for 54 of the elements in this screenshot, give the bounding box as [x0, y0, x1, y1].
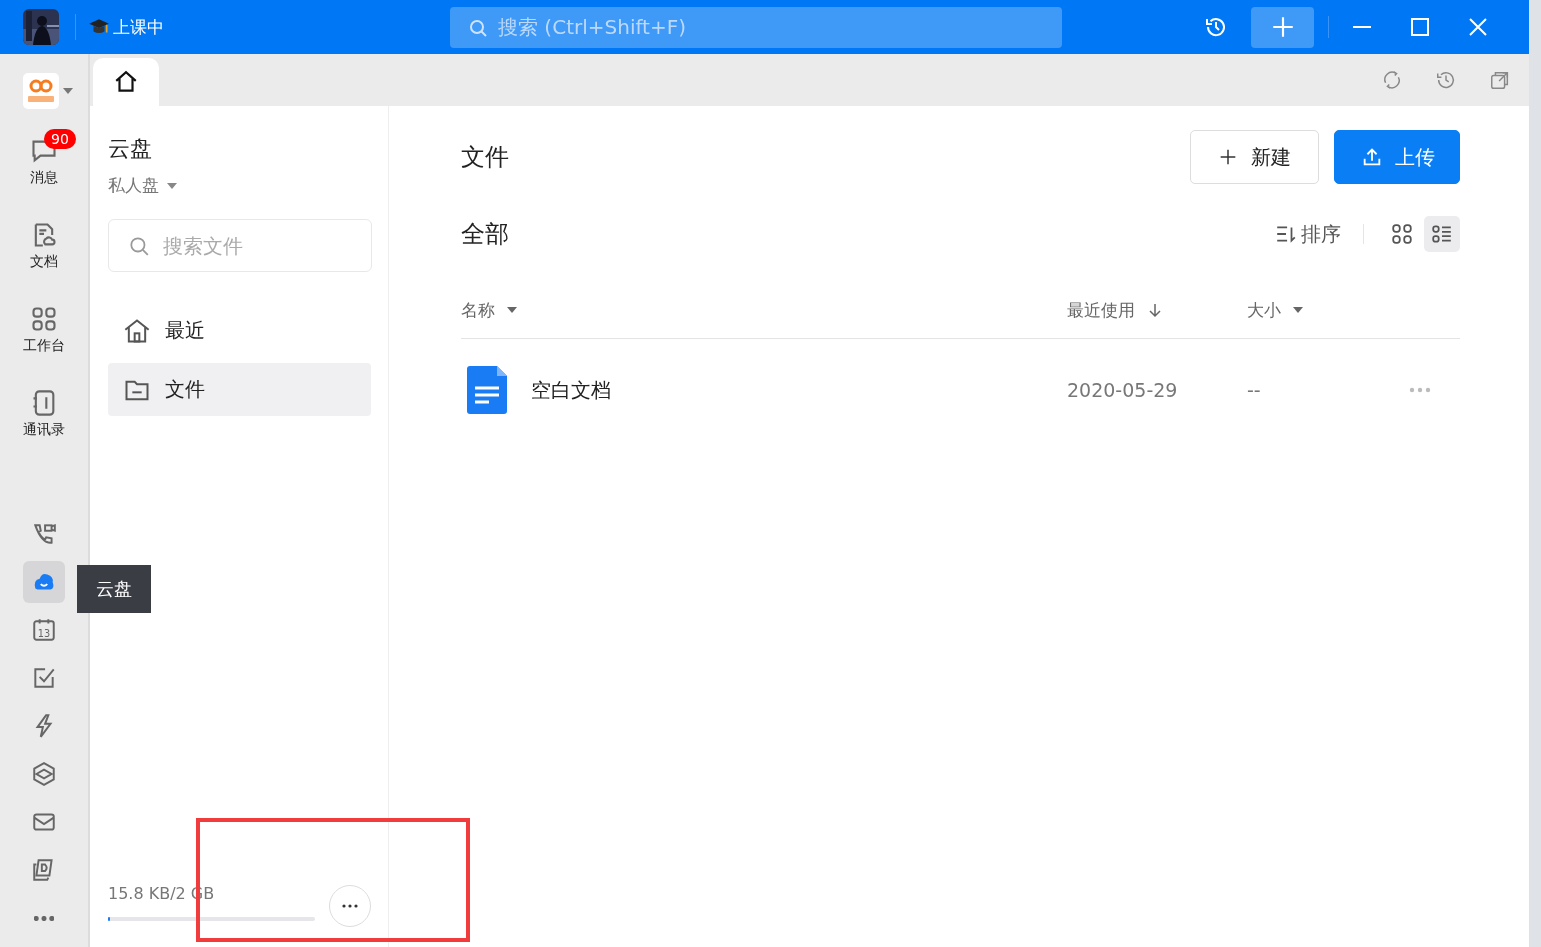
history-icon[interactable]	[1204, 15, 1228, 39]
document-icon	[467, 366, 507, 414]
phone-icon	[31, 521, 57, 547]
maximize-icon[interactable]	[1408, 15, 1432, 39]
new-button[interactable]: 新建	[1190, 130, 1319, 184]
add-button[interactable]	[1251, 6, 1314, 48]
column-header[interactable]: 最近使用	[1067, 298, 1135, 322]
panel-nav-item[interactable]: 文件	[108, 363, 371, 416]
refresh-icon[interactable]	[1381, 69, 1403, 91]
caret-icon[interactable]	[167, 182, 177, 189]
column-header[interactable]: 名称	[461, 298, 495, 322]
column-header[interactable]: 大小	[1247, 298, 1281, 322]
nav-label[interactable]: 消息	[30, 169, 58, 187]
rail-button[interactable]	[23, 561, 65, 603]
section-title: 全部	[461, 219, 509, 250]
file-name[interactable]: 空白文档	[531, 376, 611, 404]
upload-icon	[1361, 146, 1383, 168]
sort-button[interactable]: 排序	[1275, 220, 1341, 248]
caret-icon[interactable]	[1293, 307, 1303, 313]
table-cell-text: 2020-05-29	[1067, 379, 1179, 401]
caret-icon[interactable]	[63, 88, 73, 94]
panel-title: 云盘	[108, 135, 153, 163]
nav-label[interactable]: 通讯录	[23, 421, 65, 439]
logo-icon[interactable]	[23, 73, 59, 109]
arrow-down-icon[interactable]	[1147, 302, 1163, 318]
grid-icon	[1391, 223, 1413, 245]
nav-label[interactable]: 文档	[30, 253, 58, 271]
search-icon	[468, 17, 488, 38]
apps-icon[interactable]	[30, 305, 58, 333]
more-icon	[34, 915, 54, 921]
page-title: 文件	[461, 142, 509, 173]
tooltip: 云盘	[77, 565, 151, 613]
home-icon	[113, 69, 139, 95]
table-cell-text: --	[1247, 379, 1262, 401]
caret-icon[interactable]	[507, 307, 517, 313]
calendar-icon: 13	[31, 617, 57, 643]
ellipsis-icon	[340, 903, 360, 909]
search-field[interactable]: 搜索 (Ctrl+Shift+F)	[450, 6, 1062, 48]
status-text: 上课中	[113, 15, 164, 39]
list-icon	[1431, 223, 1453, 245]
cube-icon	[31, 761, 57, 787]
rail-button[interactable]: 13	[23, 609, 65, 651]
search-icon	[128, 235, 150, 257]
checkbox-icon	[31, 665, 57, 691]
history-icon[interactable]	[1435, 69, 1457, 91]
nav-label[interactable]: 工作台	[23, 337, 65, 355]
upload-button[interactable]: 上传	[1334, 130, 1460, 184]
open-window-icon[interactable]	[1489, 69, 1511, 91]
panel-nav-item[interactable]: 最近	[108, 304, 371, 357]
home-tab[interactable]	[93, 58, 159, 106]
search-field[interactable]: 搜索文件	[108, 219, 372, 272]
unread-badge: 90	[44, 129, 76, 149]
list-view-button[interactable]	[1424, 216, 1460, 252]
drive-selector[interactable]: 私人盘	[108, 174, 159, 197]
